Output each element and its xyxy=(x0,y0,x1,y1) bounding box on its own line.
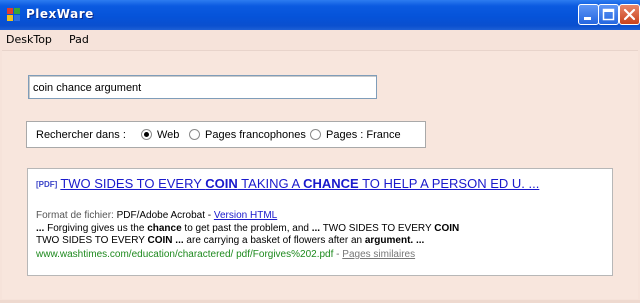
pdf-badge: [PDF] xyxy=(36,180,58,189)
close-button[interactable] xyxy=(619,4,640,25)
format-value: PDF/Adobe Acrobat - xyxy=(116,210,212,221)
result-url-line: www.washtimes.com/education/charactered/… xyxy=(36,249,415,260)
search-box[interactable] xyxy=(28,75,377,99)
result-title: [PDF] TWO SIDES TO EVERY COIN TAKING A CH… xyxy=(36,176,539,191)
search-scope-group: Rechercher dans : Web Pages francophones… xyxy=(26,121,426,148)
url-separator: - xyxy=(336,249,340,260)
text-segment: argument xyxy=(364,235,411,246)
window-title: PlexWare xyxy=(26,7,94,21)
close-icon xyxy=(623,8,636,21)
text-segment: COIN xyxy=(434,223,460,234)
title-bar[interactable]: PlexWare xyxy=(0,0,640,30)
text-segment: COIN xyxy=(147,235,173,246)
radio-pages-france-label[interactable]: Pages : France xyxy=(326,129,401,141)
similar-pages-link[interactable]: Pages similaires xyxy=(342,249,415,260)
text-segment: CHANCE xyxy=(303,176,359,191)
minimize-icon xyxy=(584,17,591,20)
minimize-button[interactable] xyxy=(578,4,599,25)
radio-web-label[interactable]: Web xyxy=(157,129,179,141)
radio-pages-france[interactable] xyxy=(310,129,321,140)
text-segment: TO HELP A PERSON ED U. ... xyxy=(358,176,540,191)
menu-item-pad[interactable]: Pad xyxy=(69,33,89,46)
result-url: www.washtimes.com/education/charactered/… xyxy=(36,249,334,260)
text-segment: to get past the problem, and xyxy=(181,223,312,234)
text-segment: ... xyxy=(172,235,187,246)
radio-pages-francophones[interactable] xyxy=(189,129,200,140)
result-snippet-line-1: ... Forgiving gives us the chance to get… xyxy=(36,223,459,234)
text-segment: are carrying a basket of flowers after a… xyxy=(186,235,365,246)
format-label: Format de fichier: xyxy=(36,210,114,221)
result-format-line: Format de fichier: PDF/Adobe Acrobat - V… xyxy=(36,210,277,221)
radio-pages-francophones-label[interactable]: Pages francophones xyxy=(205,129,306,141)
text-segment: TWO SIDES TO EVERY xyxy=(36,235,148,246)
text-segment: COIN xyxy=(205,176,238,191)
app-icon xyxy=(7,8,20,21)
text-segment: . ... xyxy=(410,235,425,246)
results-panel: [PDF] TWO SIDES TO EVERY COIN TAKING A CH… xyxy=(27,168,613,276)
search-scope-label: Rechercher dans : xyxy=(36,129,126,141)
text-segment: TWO SIDES TO EVERY xyxy=(320,223,435,234)
app-window: PlexWare DeskTop Pad Rechercher dans : W… xyxy=(0,0,640,303)
version-html-link[interactable]: Version HTML xyxy=(214,210,277,221)
text-segment: Forgiving gives us the xyxy=(47,223,148,234)
maximize-icon xyxy=(602,8,615,21)
result-snippet-line-2: TWO SIDES TO EVERY COIN ... are carrying… xyxy=(36,235,424,246)
result-title-link[interactable]: TWO SIDES TO EVERY COIN TAKING A CHANCE … xyxy=(60,176,539,191)
menu-item-desktop[interactable]: DeskTop xyxy=(6,33,52,46)
radio-web[interactable] xyxy=(141,129,152,140)
maximize-button[interactable] xyxy=(598,4,619,25)
text-segment: TAKING A xyxy=(237,176,304,191)
menu-bar: DeskTop Pad xyxy=(0,30,640,50)
text-segment: chance xyxy=(147,223,182,234)
text-segment: TWO SIDES TO EVERY xyxy=(60,176,206,191)
text-segment: ... xyxy=(36,223,48,234)
search-input[interactable] xyxy=(33,80,371,95)
text-segment: ... xyxy=(311,223,321,234)
